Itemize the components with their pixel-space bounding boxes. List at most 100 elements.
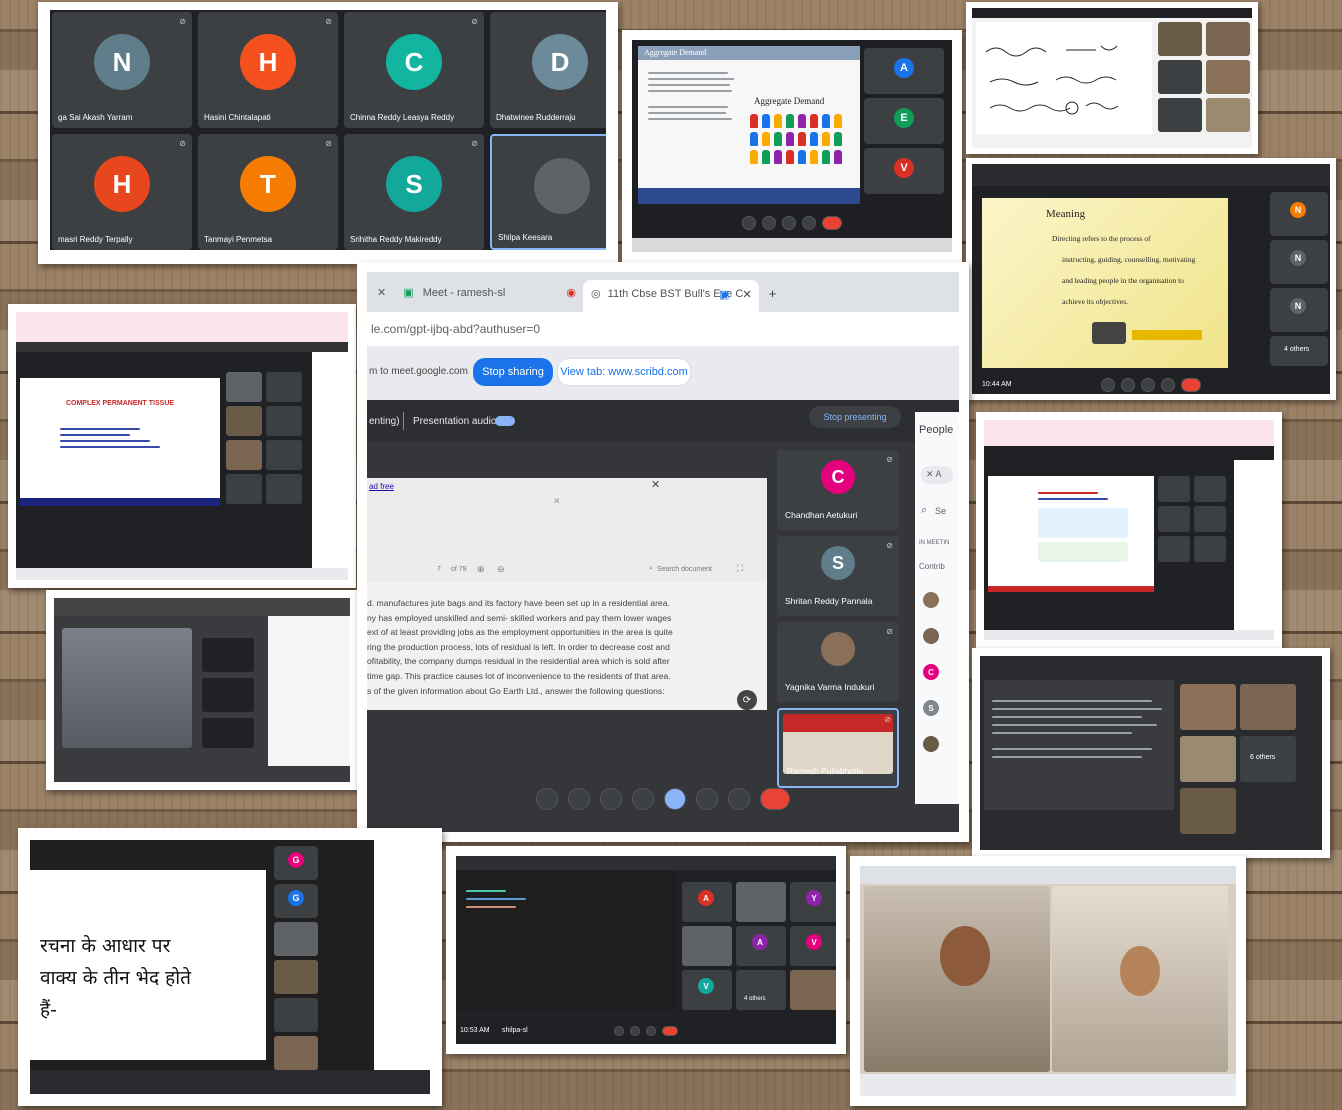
search-document-input[interactable]: Search document [657,566,712,573]
mute-all-icon[interactable]: ✕ A [921,466,953,484]
present-button[interactable] [646,1026,656,1036]
others-tile[interactable]: 4 others [1270,336,1328,366]
leave-call-button[interactable] [662,1026,678,1036]
mic-off-icon: ⊘ [886,541,893,550]
captions-button[interactable] [782,216,796,230]
participant-tile[interactable]: G [274,846,318,880]
mic-button[interactable] [742,216,756,230]
participant-name: Yagnika Varma Indukuri [785,682,875,692]
participant-tile[interactable]: A [864,48,944,94]
person-figure [810,150,818,164]
close-icon[interactable]: ✕ [651,478,660,491]
participant-tile[interactable]: H ⊘ Hasini Chintalapati [198,12,338,128]
mic-off-icon: ⊘ [886,455,893,464]
participant-video [274,922,318,956]
document-line: time gap. This practice causes lot of in… [367,670,671,681]
participant-name: Shritan Reddy Pannala [785,596,873,606]
present-button[interactable] [802,216,816,230]
stop-presenting-button[interactable]: Stop presenting [809,406,901,428]
people-panel: People ✕ A ⌕ Se IN MEETIN Contrib C S [915,412,959,804]
fullscreen-icon[interactable]: ⛶ [737,563,743,574]
url-bar[interactable]: le.com/gpt-ijbq-abd?authuser=0 [367,312,959,346]
audio-toggle[interactable] [495,416,515,426]
participant-tile[interactable]: ⊘ Yagnika Varma Indukuri [777,622,899,702]
participant-tile[interactable]: N ⊘ ga Sai Akash Yarram [52,12,192,128]
captions-button[interactable] [600,788,622,810]
participant-tile[interactable]: N [1270,288,1328,332]
view-tab-button[interactable]: View tab: www.scribd.com [557,358,691,386]
present-button[interactable] [664,788,686,810]
ad-free-link[interactable]: ad free [369,482,394,491]
participant-avatar: S [386,156,442,212]
participant-tile[interactable]: H ⊘ masri Reddy Terpally [52,134,192,250]
participant-tile[interactable]: S ⊘ Shritan Reddy Pannala [777,536,899,616]
word-document: रचना के आधार पर वाक्य के तीन भेद होते हैं- [30,870,266,1060]
document-text: d. manufactures jute bags and its factor… [367,596,767,698]
people-search-input[interactable]: Se [935,506,946,516]
mic-button[interactable] [614,1026,624,1036]
participant-tile[interactable]: V [864,148,944,194]
participant-name: Tanmayi Penmetsa [204,235,273,244]
tab-meet[interactable]: ✕ ▣ Meet - ramesh-sl ◉ ✕ [377,286,598,299]
zoom-in-icon[interactable]: ⊕ [477,564,485,575]
document-line: ext of at least providing jobs as the em… [367,627,673,638]
participant-avatar: N [1290,202,1306,218]
participant-tile[interactable]: C ⊘ Chandhan Aetukuri [777,450,899,530]
globe-icon: ◎ [591,288,601,300]
leave-call-button[interactable] [760,788,790,810]
leave-call-button[interactable] [822,216,842,230]
mic-button[interactable] [1101,378,1115,392]
camera-button[interactable] [568,788,590,810]
more-options-button[interactable] [728,788,750,810]
slide-title: Aggregate Demand [754,96,825,106]
more-button[interactable] [1161,378,1175,392]
raise-hand-button[interactable] [696,788,718,810]
participant-tile[interactable]: N [1270,192,1328,236]
participant-tile[interactable]: D⊘Dhatwinee Rudderraju [490,12,606,128]
photo-participant-grid: N ⊘ ga Sai Akash Yarram H ⊘ Hasini Chintalapa… [38,2,618,264]
camera-button[interactable] [1121,378,1135,392]
participant-tile[interactable]: E [864,98,944,144]
mic-button[interactable] [536,788,558,810]
tab-actions[interactable]: ▣ ✕ + [719,286,776,301]
participant-avatar: T [240,156,296,212]
person-face [940,926,990,986]
people-illustration [750,114,850,174]
participant-name: Hasini Chintalapati [204,113,271,122]
camera-button[interactable] [762,216,776,230]
stop-sharing-button[interactable]: Stop sharing [473,358,553,386]
photo-video-call [850,856,1246,1106]
new-tab-icon[interactable]: + [769,286,777,301]
leave-call-button[interactable] [1181,378,1201,392]
mic-off-icon: ⊘ [886,627,893,636]
participant-tile[interactable]: G [274,884,318,918]
page-number[interactable]: 7 [437,566,441,573]
emoji-button[interactable] [632,788,654,810]
photo-directing-meaning: Meaning Directing refers to the process … [966,158,1336,400]
others-count: 6 others [1250,754,1276,761]
present-button[interactable] [1141,378,1155,392]
participant-tile[interactable]: ⊘ Ramesh Pullabhotla [777,708,899,788]
mic-off-icon: ⊘ [325,139,332,148]
tissue-screen: COMPLEX PERMANENT TISSUE [16,312,348,580]
participant-tile[interactable]: S ⊘ Srihitha Reddy Makireddy [344,134,484,250]
contributors-label: Contrib [919,562,945,571]
camera-button[interactable] [630,1026,640,1036]
close-icon[interactable]: ✕ [553,496,561,507]
in-meeting-label: IN MEETIN [919,540,950,546]
presenting-bar: enting) Presentation audio Stop presenti… [367,400,959,442]
person-figure [786,150,794,164]
page-total: of 79 [451,566,467,573]
video-call-screen [860,866,1236,1096]
recording-icon: ◉ [566,287,576,299]
person-figure [810,132,818,146]
rotate-icon[interactable]: ⟳ [737,690,757,710]
participant-tile[interactable]: C ⊘ Chinna Reddy Leasya Reddy [344,12,484,128]
participant-avatar [534,158,590,214]
participant-tile[interactable]: ⊘Shilpa Keesara [490,134,606,250]
person-figure [774,150,782,164]
slide-text-line: and leading people in the organisation t… [1062,276,1184,285]
zoom-out-icon[interactable]: ⊖ [497,564,505,575]
participant-tile[interactable]: T ⊘ Tanmayi Penmetsa [198,134,338,250]
participant-tile[interactable]: N [1270,240,1328,284]
